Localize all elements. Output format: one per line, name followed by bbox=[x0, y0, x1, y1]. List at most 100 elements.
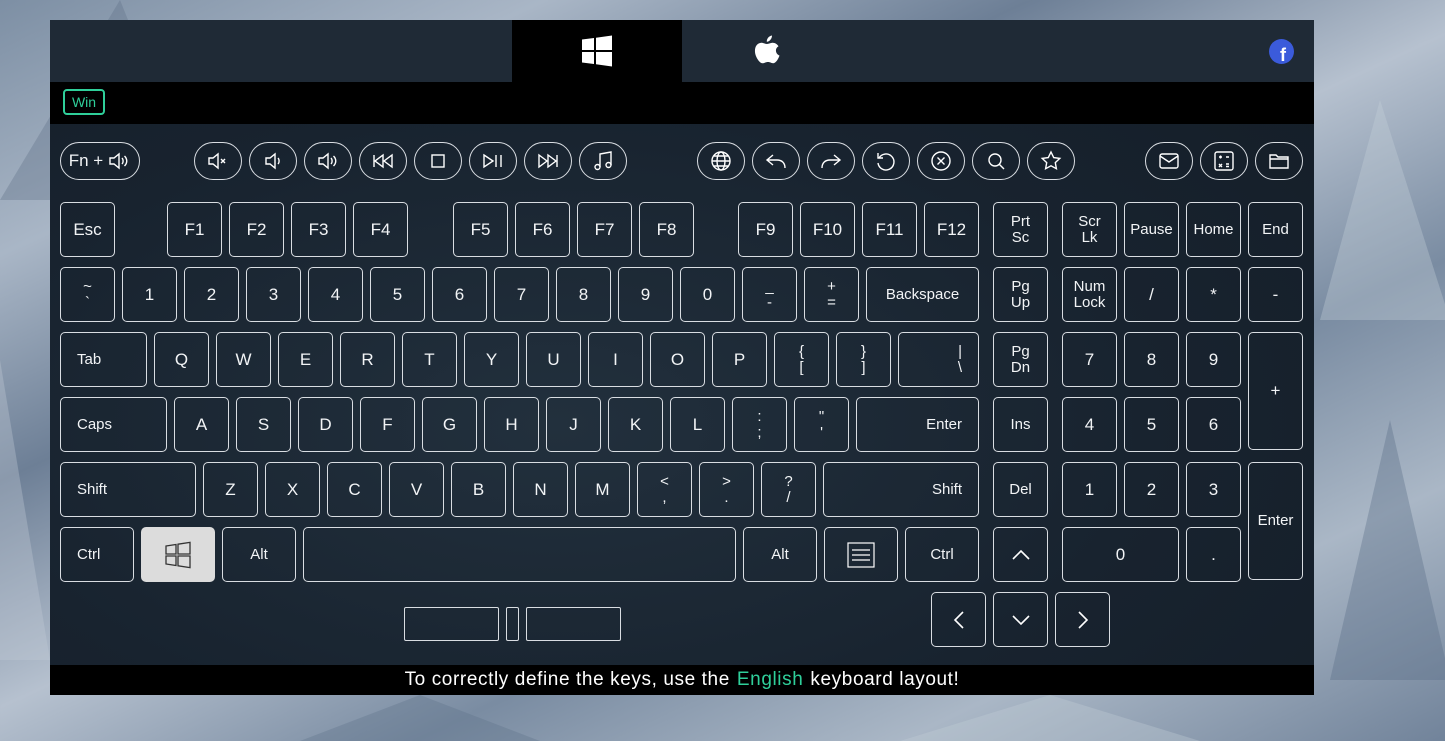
key-1[interactable]: 1 bbox=[122, 267, 177, 322]
key-7[interactable]: 7 bbox=[494, 267, 549, 322]
key-3[interactable]: 3 bbox=[246, 267, 301, 322]
key-numpad-subtract[interactable]: - bbox=[1248, 267, 1303, 322]
key-arrow-right[interactable] bbox=[1055, 592, 1110, 647]
key-m[interactable]: M bbox=[575, 462, 630, 517]
key-home[interactable]: Home bbox=[1186, 202, 1241, 257]
key-numpad-decimal[interactable]: . bbox=[1186, 527, 1241, 582]
key-esc[interactable]: Esc bbox=[60, 202, 115, 257]
key-o[interactable]: O bbox=[650, 332, 705, 387]
key-left-shift[interactable]: Shift bbox=[60, 462, 196, 517]
key-arrow-up[interactable] bbox=[993, 527, 1048, 582]
key-l[interactable]: L bbox=[670, 397, 725, 452]
key-numpad-6[interactable]: 6 bbox=[1186, 397, 1241, 452]
key-f9[interactable]: F9 bbox=[738, 202, 793, 257]
key-f8[interactable]: F8 bbox=[639, 202, 694, 257]
previous-track-key[interactable] bbox=[359, 142, 407, 180]
key-t[interactable]: T bbox=[402, 332, 457, 387]
key-5[interactable]: 5 bbox=[370, 267, 425, 322]
touchpad-left-button[interactable] bbox=[404, 607, 499, 641]
my-computer-key[interactable] bbox=[1255, 142, 1303, 180]
key-f12[interactable]: F12 bbox=[924, 202, 979, 257]
key-f6[interactable]: F6 bbox=[515, 202, 570, 257]
key-r[interactable]: R bbox=[340, 332, 395, 387]
key-i[interactable]: I bbox=[588, 332, 643, 387]
key-6[interactable]: 6 bbox=[432, 267, 487, 322]
key-c[interactable]: C bbox=[327, 462, 382, 517]
key-2[interactable]: 2 bbox=[184, 267, 239, 322]
key-a[interactable]: A bbox=[174, 397, 229, 452]
key-semicolon[interactable]: :; bbox=[732, 397, 787, 452]
calculator-key[interactable] bbox=[1200, 142, 1248, 180]
key-f3[interactable]: F3 bbox=[291, 202, 346, 257]
key-page-up[interactable]: Pg Up bbox=[993, 267, 1048, 322]
key-j[interactable]: J bbox=[546, 397, 601, 452]
key-z[interactable]: Z bbox=[203, 462, 258, 517]
key-h[interactable]: H bbox=[484, 397, 539, 452]
key-numpad-0[interactable]: 0 bbox=[1062, 527, 1179, 582]
key-arrow-left[interactable] bbox=[931, 592, 986, 647]
key-right-shift[interactable]: Shift bbox=[823, 462, 979, 517]
key-q[interactable]: Q bbox=[154, 332, 209, 387]
key-d[interactable]: D bbox=[298, 397, 353, 452]
key-right-bracket[interactable]: }] bbox=[836, 332, 891, 387]
key-caps-lock[interactable]: Caps bbox=[60, 397, 167, 452]
key-f7[interactable]: F7 bbox=[577, 202, 632, 257]
key-numpad-2[interactable]: 2 bbox=[1124, 462, 1179, 517]
browser-refresh-key[interactable] bbox=[862, 142, 910, 180]
key-left-windows[interactable] bbox=[141, 527, 215, 582]
key-n[interactable]: N bbox=[513, 462, 568, 517]
key-numpad-3[interactable]: 3 bbox=[1186, 462, 1241, 517]
key-tab[interactable]: Tab bbox=[60, 332, 147, 387]
key-comma[interactable]: <, bbox=[637, 462, 692, 517]
key-numpad-9[interactable]: 9 bbox=[1186, 332, 1241, 387]
tab-mac[interactable] bbox=[682, 20, 852, 82]
browser-stop-key[interactable] bbox=[917, 142, 965, 180]
key-equals[interactable]: + = bbox=[804, 267, 859, 322]
browser-forward-key[interactable] bbox=[807, 142, 855, 180]
browser-favorites-key[interactable] bbox=[1027, 142, 1075, 180]
key-w[interactable]: W bbox=[216, 332, 271, 387]
key-print-screen[interactable]: Prt Sc bbox=[993, 202, 1048, 257]
key-f[interactable]: F bbox=[360, 397, 415, 452]
key-end[interactable]: End bbox=[1248, 202, 1303, 257]
key-4[interactable]: 4 bbox=[308, 267, 363, 322]
key-numpad-1[interactable]: 1 bbox=[1062, 462, 1117, 517]
key-pause[interactable]: Pause bbox=[1124, 202, 1179, 257]
key-backslash[interactable]: | \ bbox=[898, 332, 979, 387]
tab-windows[interactable] bbox=[512, 20, 682, 82]
key-left-alt[interactable]: Alt bbox=[222, 527, 296, 582]
key-k[interactable]: K bbox=[608, 397, 663, 452]
key-page-down[interactable]: Pg Dn bbox=[993, 332, 1048, 387]
key-numpad-add[interactable]: + bbox=[1248, 332, 1303, 450]
key-f5[interactable]: F5 bbox=[453, 202, 508, 257]
touchpad-right-button[interactable] bbox=[526, 607, 621, 641]
key-0[interactable]: 0 bbox=[680, 267, 735, 322]
touchpad-scroll-button[interactable] bbox=[506, 607, 519, 641]
play-pause-key[interactable] bbox=[469, 142, 517, 180]
volume-up-key[interactable] bbox=[304, 142, 352, 180]
key-arrow-down[interactable] bbox=[993, 592, 1048, 647]
facebook-icon[interactable]: f bbox=[1269, 39, 1294, 64]
browser-back-key[interactable] bbox=[752, 142, 800, 180]
key-f4[interactable]: F4 bbox=[353, 202, 408, 257]
key-num-lock[interactable]: Num Lock bbox=[1062, 267, 1117, 322]
browser-search-key[interactable] bbox=[972, 142, 1020, 180]
key-9[interactable]: 9 bbox=[618, 267, 673, 322]
key-quote[interactable]: " ' bbox=[794, 397, 849, 452]
mail-key[interactable] bbox=[1145, 142, 1193, 180]
key-right-alt[interactable]: Alt bbox=[743, 527, 817, 582]
browser-home-key[interactable] bbox=[697, 142, 745, 180]
key-e[interactable]: E bbox=[278, 332, 333, 387]
key-slash[interactable]: ? / bbox=[761, 462, 816, 517]
key-v[interactable]: V bbox=[389, 462, 444, 517]
key-delete[interactable]: Del bbox=[993, 462, 1048, 517]
key-s[interactable]: S bbox=[236, 397, 291, 452]
key-minus[interactable]: _ - bbox=[742, 267, 797, 322]
key-8[interactable]: 8 bbox=[556, 267, 611, 322]
key-numpad-5[interactable]: 5 bbox=[1124, 397, 1179, 452]
next-track-key[interactable] bbox=[524, 142, 572, 180]
key-right-ctrl[interactable]: Ctrl bbox=[905, 527, 979, 582]
music-key[interactable] bbox=[579, 142, 627, 180]
key-numpad-divide[interactable]: / bbox=[1124, 267, 1179, 322]
volume-down-key[interactable] bbox=[249, 142, 297, 180]
